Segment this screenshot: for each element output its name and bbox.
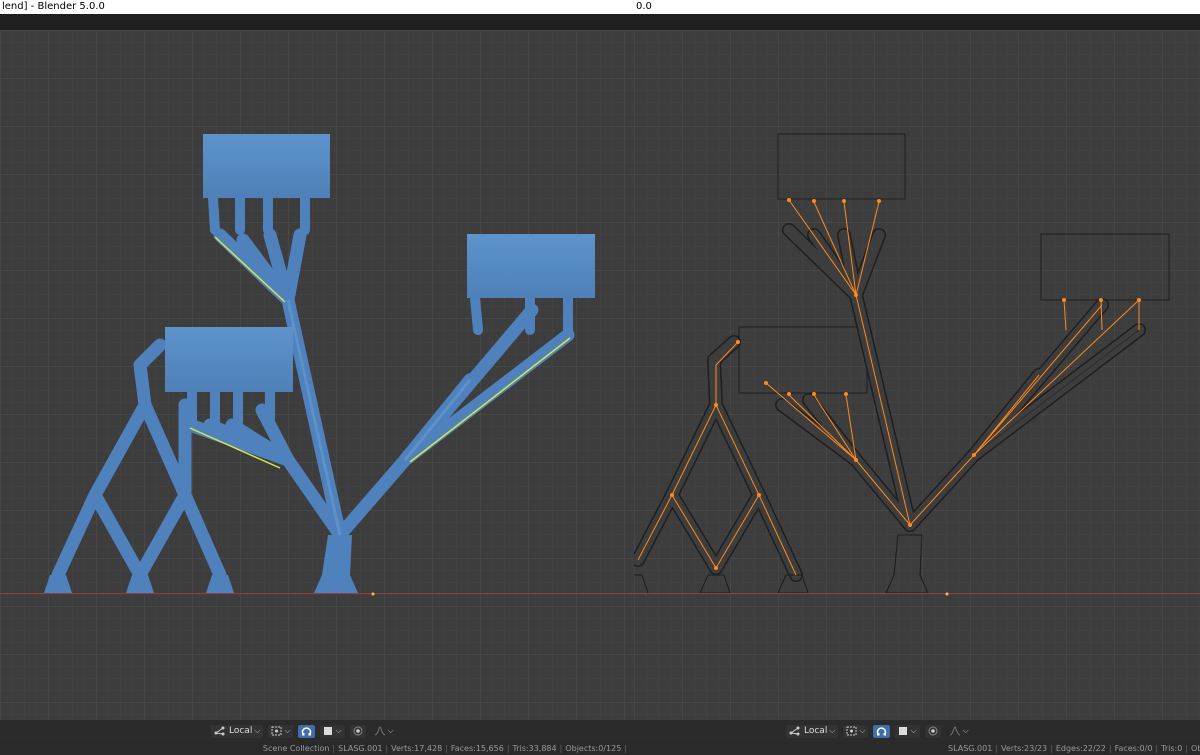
falloff-icon (374, 726, 386, 736)
wireframe-mesh-render (634, 133, 1200, 596)
chevron-down-icon: ⌵ (910, 726, 917, 735)
snap-target-dropdown[interactable]: ⌵ (319, 723, 346, 739)
chevron-down-icon: ⌵ (335, 726, 342, 735)
solid-block-right (467, 234, 595, 298)
viewport-header: Local ⌵ ⌵ ⌵ ⌵ (634, 720, 1200, 742)
top-header-bar (634, 14, 1200, 30)
3d-viewport-solid[interactable] (0, 30, 634, 720)
proportional-edit-toggle[interactable] (348, 723, 367, 739)
snap-target-dropdown[interactable]: ⌵ (894, 723, 921, 739)
status-edges: Edges:22/22 (1055, 744, 1106, 753)
solid-mesh-render (0, 134, 634, 596)
snap-icon (876, 726, 887, 736)
window-title: 0.0 (634, 0, 1200, 14)
status-faces: Faces:15,656 (450, 744, 504, 753)
proportional-edit-icon (928, 726, 938, 736)
transform-orientation-dropdown[interactable]: Local ⌵ (785, 723, 840, 739)
chevron-down-icon: ⌵ (962, 726, 969, 735)
pivot-point-dropdown[interactable]: ⌵ (842, 723, 870, 739)
pivot-point-dropdown[interactable]: ⌵ (267, 723, 295, 739)
status-verts: Verts:23/23 (1000, 744, 1048, 753)
3d-viewport-wireframe[interactable] (634, 30, 1200, 720)
chevron-down-icon: ⌵ (859, 726, 866, 735)
transform-orientation-dropdown[interactable]: Local ⌵ (210, 723, 265, 739)
status-tris: Tris:33,884 (512, 744, 557, 753)
status-faces: Faces:0/0 (1114, 744, 1153, 753)
window-title: lend] - Blender 5.0.0 (0, 0, 634, 14)
transform-orientation-icon (789, 726, 800, 736)
status-collection: Scene Collection (262, 744, 330, 753)
status-bar: SLASG.001 | Verts:23/23 | Edges:22/22 | Faces:… (634, 742, 1200, 755)
status-verts: Verts:17,428 (391, 744, 443, 753)
top-header-bar (0, 14, 634, 30)
status-object: SLASG.001 (948, 744, 993, 753)
chevron-down-icon: ⌵ (387, 726, 394, 735)
falloff-dropdown[interactable]: ⌵ (370, 724, 398, 739)
chevron-down-icon: ⌵ (284, 726, 291, 735)
chevron-down-icon: ⌵ (829, 726, 836, 735)
viewport-header: Local ⌵ ⌵ ⌵ ⌵ (0, 720, 634, 742)
snap-toggle[interactable] (297, 723, 317, 739)
origin-dot (371, 592, 375, 596)
transform-orientation-label: Local (229, 726, 253, 736)
snap-target-icon (898, 726, 908, 736)
status-tris: Tris:0 (1161, 744, 1183, 753)
solid-block-top (203, 134, 330, 198)
snap-toggle[interactable] (872, 723, 892, 739)
snap-target-icon (323, 726, 333, 736)
transform-orientation-icon (214, 726, 225, 736)
right-blender-window: 0.0 Local ⌵ ⌵ ⌵ ⌵ SLASG.001 | Verts:23/2… (634, 0, 1200, 755)
wire-block-right (1040, 233, 1170, 301)
proportional-edit-toggle[interactable] (923, 723, 942, 739)
status-object: SLASG.001 (338, 744, 383, 753)
chevron-down-icon: ⌵ (254, 726, 261, 735)
falloff-dropdown[interactable]: ⌵ (945, 724, 973, 739)
pivot-icon (846, 726, 857, 736)
status-objects: Objects:0/125 (565, 744, 622, 753)
wire-block-left (738, 326, 868, 394)
status-objects: Objects:1 (1191, 744, 1200, 753)
wire-block-top (777, 133, 906, 200)
falloff-icon (949, 726, 961, 736)
transform-orientation-label: Local (804, 726, 828, 736)
solid-block-left (165, 327, 293, 392)
pivot-icon (271, 726, 282, 736)
proportional-edit-icon (353, 726, 363, 736)
snap-icon (301, 726, 312, 736)
left-blender-window: lend] - Blender 5.0.0 Local ⌵ ⌵ ⌵ ⌵ Scen… (0, 0, 634, 755)
status-bar: Scene Collection | SLASG.001 | Verts:17,428 |… (0, 742, 634, 755)
origin-dot (945, 592, 949, 596)
